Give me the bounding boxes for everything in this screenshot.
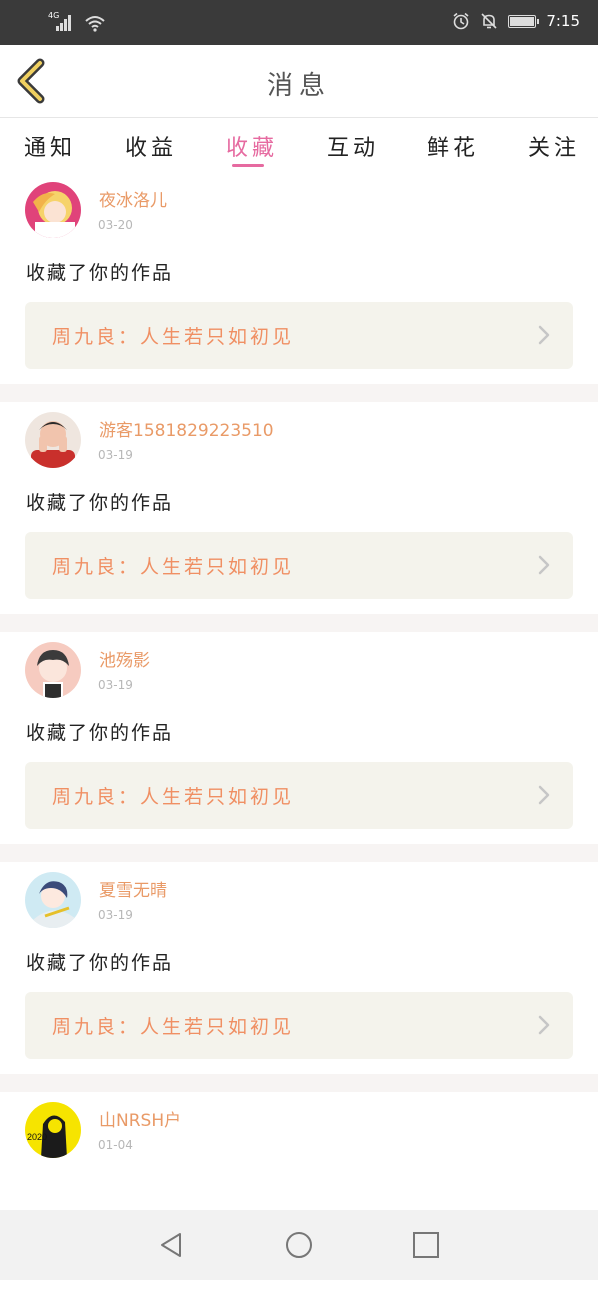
work-link[interactable]: 周九良：人生若只如初见	[25, 992, 573, 1059]
message-text: 收藏了你的作品	[26, 492, 174, 514]
message-date: 01-04	[98, 1138, 133, 1152]
work-link[interactable]: 周九良：人生若只如初见	[25, 302, 573, 369]
chevron-right-icon	[538, 785, 550, 805]
work-title: 周九良：人生若只如初见	[52, 786, 295, 808]
work-title: 周九良：人生若只如初见	[52, 326, 295, 348]
divider	[0, 1074, 598, 1092]
username[interactable]: 山NRSH户	[99, 1106, 181, 1131]
message-date: 03-19	[98, 448, 133, 462]
top-app-bar: 消息	[0, 45, 598, 118]
username[interactable]: 夜冰洛儿	[99, 186, 167, 211]
chevron-right-icon	[538, 325, 550, 345]
work-link[interactable]: 周九良：人生若只如初见	[25, 532, 573, 599]
message-date: 03-19	[98, 908, 133, 922]
chevron-right-icon	[538, 1015, 550, 1035]
work-link[interactable]: 周九良：人生若只如初见	[25, 762, 573, 829]
tab-favorites[interactable]: 收藏	[226, 130, 278, 162]
avatar[interactable]	[25, 872, 81, 928]
message-text: 收藏了你的作品	[26, 952, 174, 974]
triangle-back-icon[interactable]	[156, 1230, 186, 1260]
circle-home-icon[interactable]	[284, 1230, 314, 1260]
system-nav-bar	[0, 1210, 598, 1280]
square-recent-icon[interactable]	[411, 1230, 441, 1260]
divider	[0, 844, 598, 862]
wifi-icon	[85, 16, 105, 32]
message-date: 03-20	[98, 218, 133, 232]
chevron-right-icon	[538, 555, 550, 575]
work-title: 周九良：人生若只如初见	[52, 1016, 295, 1038]
tab-notifications[interactable]: 通知	[24, 130, 76, 162]
list-item: 夜冰洛儿 03-20 收藏了你的作品 周九良：人生若只如初见	[0, 172, 598, 384]
list-item: 游客1581829223510 03-19 收藏了你的作品 周九良：人生若只如初…	[0, 402, 598, 614]
bell-off-icon	[481, 13, 497, 29]
active-tab-indicator	[232, 164, 264, 167]
avatar-text: 2020	[27, 1132, 47, 1142]
alarm-icon	[453, 12, 469, 30]
status-bar: 4G 7:15	[0, 0, 598, 45]
status-time: 7:15	[546, 12, 580, 30]
work-title: 周九良：人生若只如初见	[52, 556, 295, 578]
tab-earnings[interactable]: 收益	[125, 130, 177, 162]
battery-icon	[508, 14, 540, 28]
message-text: 收藏了你的作品	[26, 722, 174, 744]
tab-flowers[interactable]: 鲜花	[427, 130, 479, 162]
status-right: 7:15	[452, 12, 580, 30]
divider	[0, 384, 598, 402]
message-text: 收藏了你的作品	[26, 262, 174, 284]
message-date: 03-19	[98, 678, 133, 692]
username[interactable]: 池殇影	[99, 646, 150, 671]
username[interactable]: 夏雪无晴	[99, 876, 167, 901]
list-item: 池殇影 03-19 收藏了你的作品 周九良：人生若只如初见	[0, 632, 598, 844]
avatar[interactable]	[25, 182, 81, 238]
avatar[interactable]	[25, 412, 81, 468]
message-list[interactable]: 夜冰洛儿 03-20 收藏了你的作品 周九良：人生若只如初见 游客1581829…	[0, 172, 598, 1304]
tab-following[interactable]: 关注	[528, 130, 580, 162]
status-left: 4G	[48, 12, 106, 32]
page-title: 消息	[266, 71, 331, 101]
tab-bar: 通知 收益 收藏 互动 鲜花 关注	[0, 118, 598, 172]
avatar[interactable]: 2020	[25, 1102, 81, 1158]
tab-interactions[interactable]: 互动	[327, 130, 379, 162]
divider	[0, 614, 598, 632]
list-item: 夏雪无晴 03-19 收藏了你的作品 周九良：人生若只如初见	[0, 862, 598, 1074]
username[interactable]: 游客1581829223510	[99, 416, 274, 441]
avatar[interactable]	[25, 642, 81, 698]
network-type: 4G	[48, 11, 60, 20]
signal-icon: 4G	[48, 12, 76, 32]
